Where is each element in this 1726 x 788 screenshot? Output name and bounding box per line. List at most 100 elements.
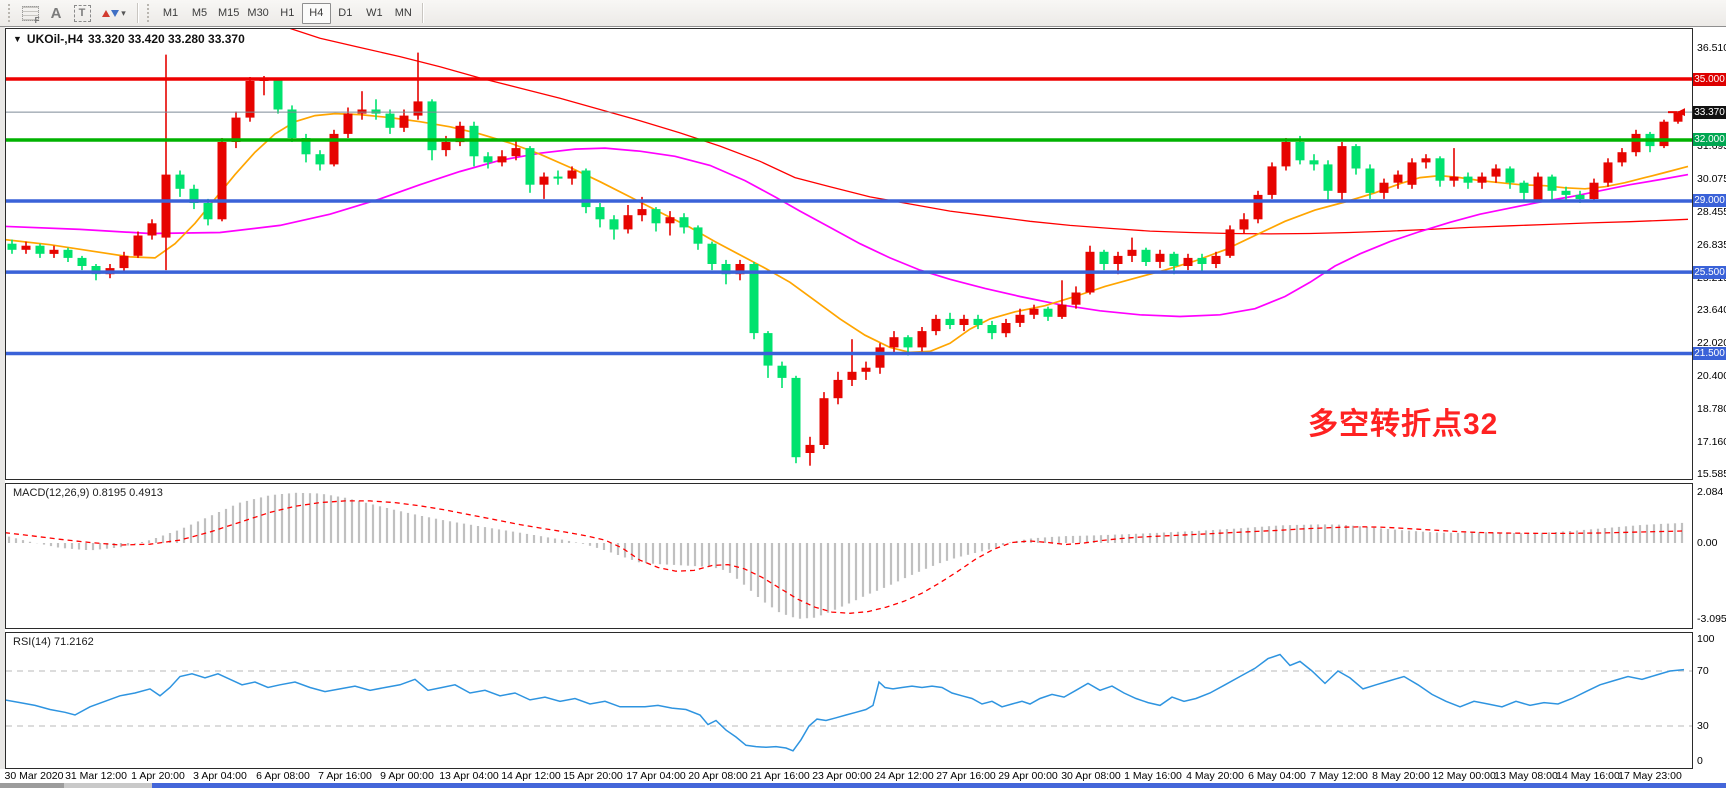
candle: [8, 244, 17, 250]
candle: [834, 380, 843, 398]
candle: [596, 207, 605, 219]
candle: [1450, 177, 1459, 181]
timeframe-button-m30[interactable]: M30: [243, 3, 272, 24]
price-axis-label: 26.835: [1697, 239, 1726, 251]
rsi-axis-label: 70: [1697, 665, 1709, 677]
text-label-button[interactable]: A: [43, 3, 69, 24]
macd-canvas[interactable]: [6, 484, 1692, 628]
candle: [1478, 177, 1487, 183]
price-axis-label: 20.400: [1697, 370, 1726, 382]
price-badge-33.370: 33.370: [1693, 106, 1726, 119]
candle: [218, 142, 227, 219]
macd-label: MACD(12,26,9) 0.8195 0.4913: [13, 487, 163, 499]
price-axis-label: 30.075: [1697, 173, 1726, 185]
price-axis-label: 15.585: [1697, 468, 1726, 480]
toolbar: F A T ▾ M1M5M15M30H1H4D1W1MN: [0, 0, 1726, 27]
candle: [36, 246, 45, 254]
toolbar-separator: [137, 3, 138, 23]
date-label: 8 May 20:00: [1372, 770, 1430, 782]
date-label: 17 May 23:00: [1618, 770, 1682, 782]
date-label: 6 May 04:00: [1248, 770, 1306, 782]
bottom-bar-segment-dark: [0, 783, 64, 788]
rsi-label: RSI(14) 71.2162: [13, 636, 94, 648]
price-badge-32.000: 32.000: [1693, 133, 1726, 146]
candle: [1590, 183, 1599, 199]
candle: [638, 209, 647, 215]
down-arrow-icon: [111, 10, 119, 17]
timeframe-button-h1[interactable]: H1: [273, 3, 302, 24]
date-label: 14 Apr 12:00: [501, 770, 561, 782]
macd-indicator-panel[interactable]: MACD(12,26,9) 0.8195 0.4913: [5, 483, 1693, 629]
rsi-canvas[interactable]: [6, 633, 1692, 768]
candle: [288, 110, 297, 139]
toolbar-grip[interactable]: [7, 4, 13, 22]
candle: [974, 319, 983, 325]
date-label: 29 Apr 00:00: [998, 770, 1058, 782]
timeframe-button-mn[interactable]: MN: [389, 3, 418, 24]
candle: [904, 337, 913, 347]
candle: [750, 264, 759, 333]
date-label: 27 Apr 16:00: [936, 770, 996, 782]
arrow-objects-button[interactable]: ▾: [95, 3, 133, 24]
candle: [526, 148, 535, 185]
candle: [1394, 175, 1403, 183]
chart-annotation-text[interactable]: 多空转折点32: [1308, 399, 1498, 443]
date-label: 23 Apr 00:00: [812, 770, 872, 782]
candle: [764, 333, 773, 366]
candle: [22, 246, 31, 250]
candle: [1114, 256, 1123, 264]
candle: [372, 110, 381, 114]
bottom-bar-segment-light: [64, 783, 152, 788]
candle: [988, 325, 997, 333]
date-label: 21 Apr 16:00: [750, 770, 810, 782]
candle: [666, 217, 675, 223]
rsi-indicator-panel[interactable]: RSI(14) 71.2162: [5, 632, 1693, 769]
candle: [1016, 315, 1025, 323]
candle: [610, 219, 619, 229]
symbol-label: UKOil-,H4: [27, 32, 83, 46]
date-label: 6 Apr 08:00: [256, 770, 310, 782]
date-label: 7 May 12:00: [1310, 770, 1368, 782]
timeframe-button-d1[interactable]: D1: [331, 3, 360, 24]
collapse-caret-icon[interactable]: ▼: [13, 34, 22, 44]
macd-histogram: [9, 493, 1682, 619]
price-badge-29.000: 29.000: [1693, 194, 1726, 207]
date-label: 4 May 20:00: [1186, 770, 1244, 782]
candle: [414, 101, 423, 115]
timeframe-button-m15[interactable]: M15: [214, 3, 243, 24]
timeframe-button-w1[interactable]: W1: [360, 3, 389, 24]
crosshair-grid-button[interactable]: F: [17, 3, 43, 24]
date-label: 14 May 16:00: [1556, 770, 1620, 782]
bottom-status-strip: [0, 783, 1726, 788]
date-label: 13 Apr 04:00: [439, 770, 499, 782]
candle: [1226, 229, 1235, 255]
candle: [1128, 250, 1137, 256]
timeframe-button-m1[interactable]: M1: [156, 3, 185, 24]
macd-axis-label: -3.0957: [1697, 613, 1726, 625]
candle: [1366, 169, 1375, 193]
candle: [862, 368, 871, 372]
arrow-objects-icon: [102, 10, 119, 17]
timeframe-button-m5[interactable]: M5: [185, 3, 214, 24]
candle: [1548, 177, 1557, 191]
chart-title: ▼ UKOil-,H4 33.320 33.420 33.280 33.370: [13, 32, 245, 46]
candle: [1534, 177, 1543, 200]
date-label: 1 Apr 20:00: [131, 770, 185, 782]
dotted-grid-icon: F: [22, 6, 39, 21]
toolbar-grip-2[interactable]: [146, 4, 152, 22]
candle: [960, 319, 969, 325]
candle: [148, 223, 157, 235]
candle: [946, 319, 955, 325]
candle: [1562, 191, 1571, 195]
date-label: 30 Apr 08:00: [1061, 770, 1121, 782]
candle: [386, 114, 395, 128]
candle: [1002, 323, 1011, 333]
candle: [540, 177, 549, 185]
candle: [554, 177, 563, 179]
candle: [1030, 309, 1039, 315]
candle: [1492, 169, 1501, 177]
macd-axis-label: 2.084: [1697, 486, 1723, 498]
candle: [1058, 305, 1067, 317]
text-box-button[interactable]: T: [69, 3, 95, 24]
timeframe-button-h4[interactable]: H4: [302, 3, 331, 24]
